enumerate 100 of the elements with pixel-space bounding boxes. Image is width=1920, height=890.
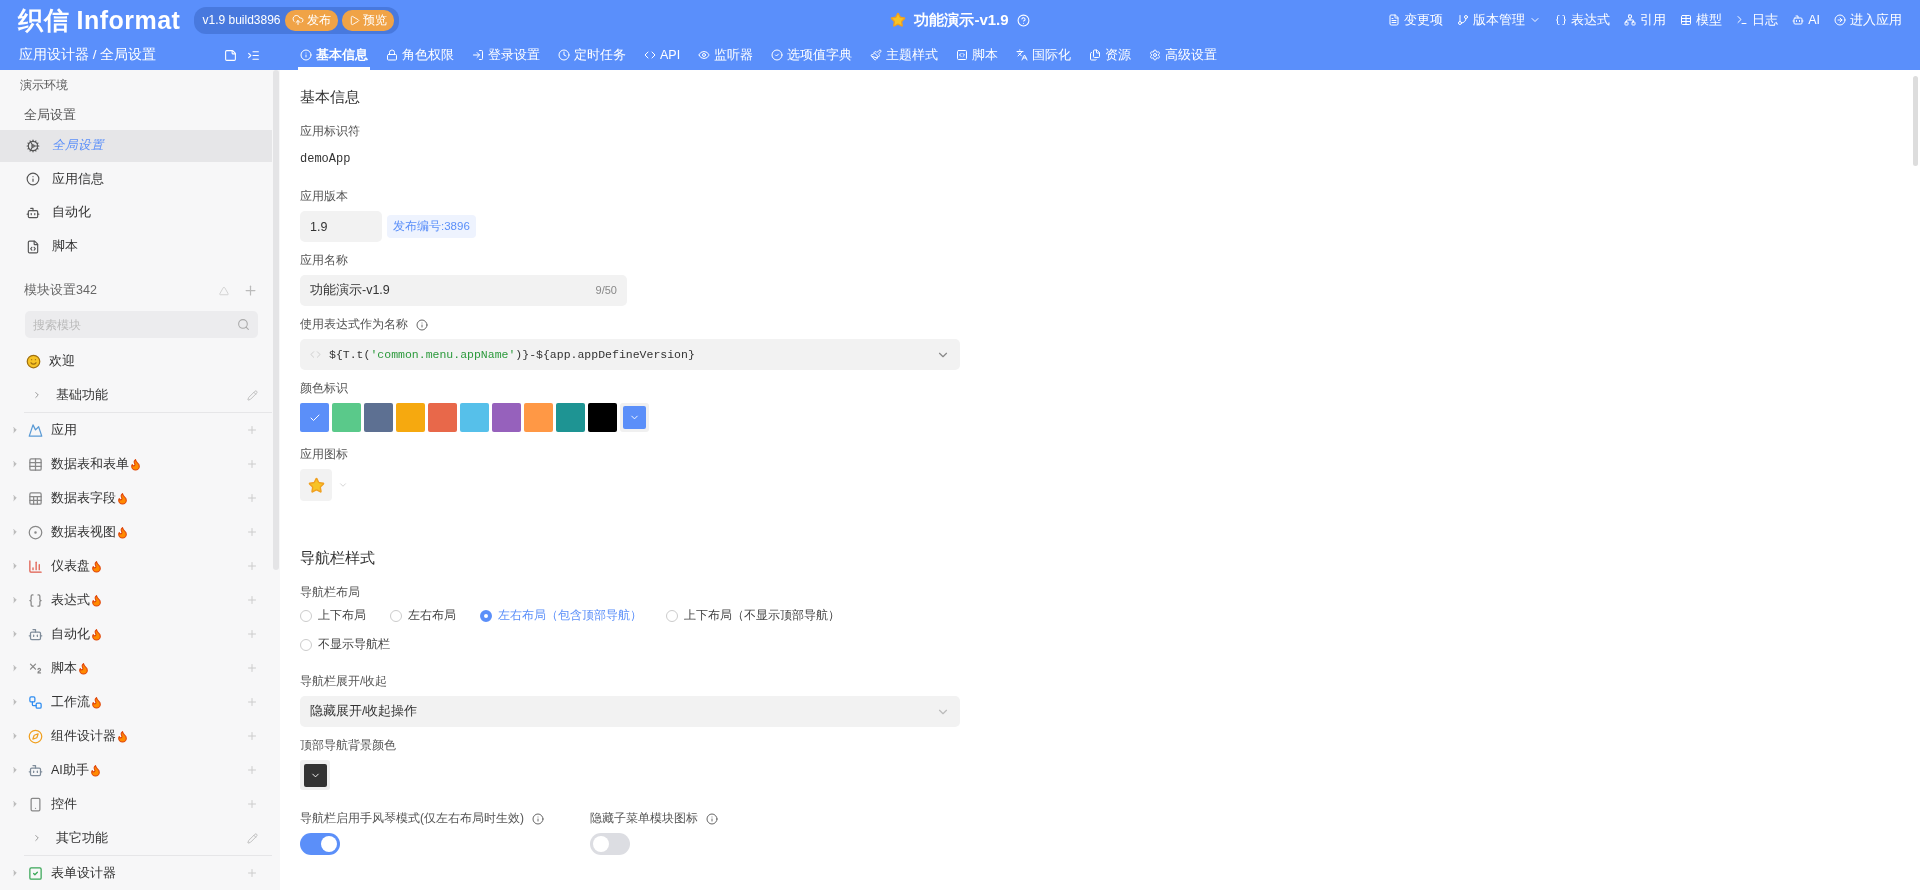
module-label: 表单设计器	[51, 864, 116, 882]
module-item[interactable]: 表单设计器	[0, 856, 272, 890]
braces-icon	[28, 592, 43, 608]
module-label: 自动化	[51, 625, 103, 643]
module-item[interactable]: AI助手	[0, 753, 272, 788]
add-icon[interactable]	[246, 764, 258, 777]
add-icon[interactable]	[246, 696, 258, 709]
subscript-icon	[28, 660, 43, 676]
mountain-icon	[28, 422, 43, 438]
expand-icon[interactable]	[10, 595, 20, 606]
radio-option[interactable]: 不显示导航栏	[300, 636, 390, 653]
color-picker[interactable]	[620, 403, 649, 432]
note-icon[interactable]	[224, 48, 237, 62]
color-swatch[interactable]	[492, 403, 521, 432]
toggle-switch[interactable]	[300, 833, 340, 855]
module-group[interactable]: 其它功能	[0, 821, 272, 856]
color-swatch[interactable]	[332, 403, 361, 432]
tab-icon	[558, 49, 570, 61]
module-item[interactable]: 仪表盘	[0, 549, 272, 584]
radio-option[interactable]: 上下布局（不显示顶部导航）	[666, 607, 840, 624]
add-icon[interactable]	[246, 594, 258, 607]
module-item[interactable]: 数据表字段	[0, 481, 272, 516]
version-input[interactable]: 1.9	[300, 211, 382, 242]
add-icon[interactable]	[246, 492, 258, 505]
add-icon[interactable]	[246, 730, 258, 743]
expand-icon[interactable]	[10, 629, 20, 640]
sidebar-item[interactable]: 脚本	[0, 230, 272, 263]
expand-icon[interactable]	[10, 459, 20, 470]
triangle-icon[interactable]	[219, 285, 229, 296]
expand-icon[interactable]	[10, 868, 20, 879]
expand-icon[interactable]	[10, 663, 20, 674]
field-label: 使用表达式作为名称	[300, 316, 408, 333]
edit-icon[interactable]	[247, 832, 258, 844]
module-item[interactable]: 脚本	[0, 651, 272, 686]
add-icon[interactable]	[243, 283, 258, 299]
color-swatch[interactable]	[524, 403, 553, 432]
add-icon[interactable]	[246, 867, 258, 880]
info-icon[interactable]	[706, 812, 718, 825]
color-swatch[interactable]	[556, 403, 585, 432]
color-swatch[interactable]	[428, 403, 457, 432]
sidebar-item[interactable]: 自动化	[0, 197, 272, 229]
color-swatch[interactable]	[588, 403, 617, 432]
radio-option[interactable]: 左右布局	[390, 607, 456, 624]
color-swatch[interactable]	[460, 403, 489, 432]
field-label: 导航栏布局	[300, 584, 361, 601]
caret-icon	[338, 480, 348, 490]
action-icon	[1555, 14, 1568, 26]
field-label: 导航栏展开/收起	[300, 673, 389, 690]
expand-icon[interactable]	[10, 731, 20, 742]
tab-icon	[472, 49, 484, 61]
chevron-icon	[32, 390, 42, 401]
item-icon	[26, 138, 40, 153]
expand-icon[interactable]	[10, 697, 20, 708]
field-label: 导航栏启用手风琴模式(仅左右布局时生效)	[300, 810, 524, 827]
help-icon[interactable]	[1016, 13, 1030, 27]
module-item[interactable]: 自动化	[0, 617, 272, 652]
expand-icon[interactable]	[10, 527, 20, 538]
field-label: 颜色标识	[300, 380, 349, 397]
color-swatch[interactable]	[300, 403, 329, 432]
expand-icon[interactable]	[10, 425, 20, 436]
module-item[interactable]: 组件设计器	[0, 719, 272, 754]
color-swatch[interactable]	[364, 403, 393, 432]
module-item[interactable]: 欢迎	[0, 344, 272, 379]
module-item[interactable]: 表达式	[0, 583, 272, 618]
tab-icon	[300, 49, 312, 61]
expand-icon[interactable]	[10, 799, 20, 810]
module-item[interactable]: 数据表和表单	[0, 447, 272, 482]
add-icon[interactable]	[246, 560, 258, 573]
toggle-switch[interactable]	[590, 833, 630, 855]
module-item[interactable]: 数据表视图	[0, 515, 272, 550]
scrollbar-thumb[interactable]	[1913, 76, 1918, 166]
edit-icon[interactable]	[247, 389, 258, 401]
expand-icon[interactable]	[10, 765, 20, 776]
module-item[interactable]: 控件	[0, 787, 272, 822]
module-group[interactable]: 基础功能	[0, 378, 272, 413]
chevron-icon	[32, 833, 42, 844]
scrollbar-thumb[interactable]	[273, 70, 279, 570]
color-picker[interactable]	[300, 760, 330, 790]
module-item[interactable]: 工作流	[0, 685, 272, 720]
tab-icon	[1089, 49, 1102, 61]
add-icon[interactable]	[246, 662, 258, 675]
info-icon[interactable]	[532, 812, 544, 825]
expression-field[interactable]: ${T.t('common.menu.appName')}-${app.appDefineVersion}	[300, 339, 960, 370]
add-icon[interactable]	[246, 526, 258, 539]
radio-option[interactable]: 上下布局	[300, 607, 366, 624]
info-icon[interactable]	[416, 318, 428, 331]
outline-icon[interactable]	[247, 48, 260, 62]
checkbox-icon	[28, 865, 43, 881]
add-icon[interactable]	[246, 798, 258, 811]
expand-icon[interactable]	[10, 561, 20, 572]
field-label: 应用版本	[300, 188, 349, 205]
module-item[interactable]: 应用	[0, 413, 272, 448]
collapse-select[interactable]: 隐藏展开/收起操作	[300, 696, 960, 727]
add-icon[interactable]	[246, 628, 258, 641]
sidebar-item[interactable]: 应用信息	[0, 163, 272, 196]
color-swatch[interactable]	[396, 403, 425, 432]
expand-icon[interactable]	[10, 493, 20, 504]
add-icon[interactable]	[246, 424, 258, 437]
add-icon[interactable]	[246, 458, 258, 471]
module-label: 应用	[51, 421, 77, 439]
